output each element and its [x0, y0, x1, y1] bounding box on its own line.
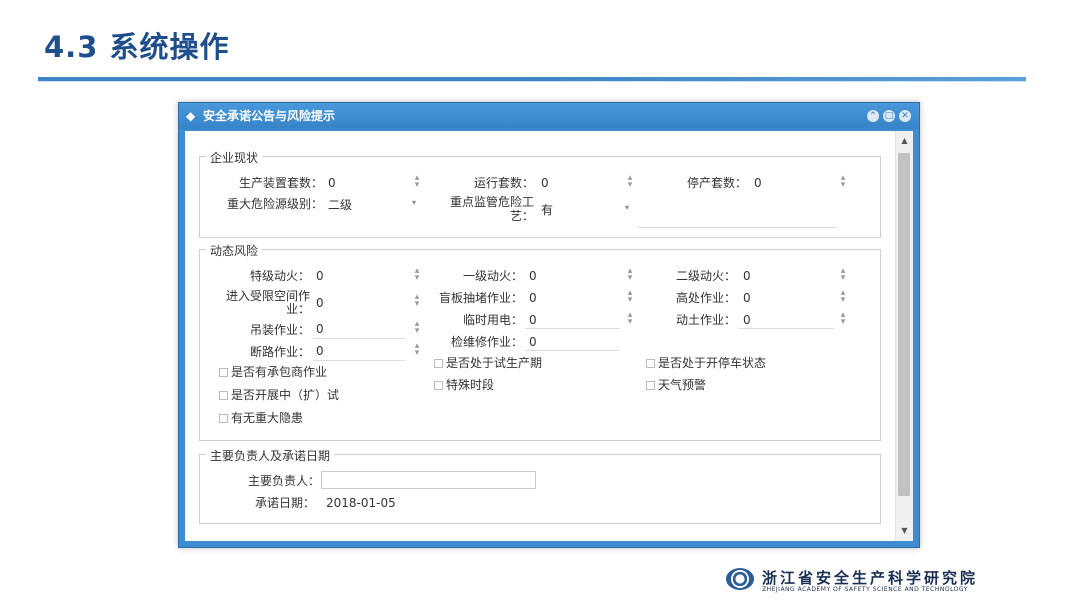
- number-input[interactable]: 0: [529, 269, 537, 283]
- scroll-up-icon[interactable]: ▲: [896, 133, 913, 149]
- field-label: 重点监管危险工: [449, 195, 534, 209]
- checkbox[interactable]: [219, 414, 228, 423]
- field-underline: [313, 360, 405, 361]
- tag-icon: ◆: [186, 109, 196, 123]
- field-label: 临时用电：: [462, 313, 523, 327]
- field-label: 生产装置套数：: [238, 176, 323, 190]
- org-name-cn: 浙江省安全生产科学研究院: [762, 569, 979, 587]
- field-label: 一级动火：: [462, 269, 523, 283]
- number-input[interactable]: 0: [316, 344, 324, 358]
- academy-emblem-icon: [726, 568, 754, 590]
- field-label: 盲板抽堵作业：: [438, 291, 523, 305]
- checkbox-label: 是否有承包商作业: [231, 365, 328, 379]
- spinner-icon[interactable]: ▴ ▾: [413, 174, 421, 190]
- field-underline: [637, 227, 837, 228]
- checkbox-label: 是否处于开停车状态: [658, 356, 767, 370]
- field-label: 停产套数：: [686, 176, 747, 190]
- field-label: 高处作业：: [675, 291, 736, 305]
- field-underline: [739, 328, 834, 329]
- org-name-en: ZHEJIANG ACADEMY OF SAFETY SCIENCE AND T…: [762, 586, 968, 593]
- checkbox-label: 天气预警: [658, 378, 707, 392]
- select-value[interactable]: 二级: [328, 198, 352, 212]
- field-underline: [313, 338, 405, 339]
- field-value[interactable]: 0: [328, 176, 336, 190]
- title-rule-faint: [38, 81, 1026, 82]
- owner-section: 主要负责人及承诺日期: [199, 447, 881, 524]
- checkbox[interactable]: [646, 381, 655, 390]
- checkbox-label: 是否开展中（扩）试: [231, 388, 340, 402]
- field-label: 动土作业：: [675, 313, 736, 327]
- field-label: 吊装作业：: [249, 323, 310, 337]
- checkbox[interactable]: [434, 359, 443, 368]
- owner-input[interactable]: [321, 471, 536, 489]
- field-value[interactable]: 0: [754, 176, 762, 190]
- field-label: 运行套数：: [473, 176, 534, 190]
- field-value[interactable]: 0: [541, 176, 549, 190]
- section-legend: 动态风险: [206, 242, 263, 259]
- checkbox[interactable]: [646, 359, 655, 368]
- dialog-title: 安全承诺公告与风险提示: [203, 109, 336, 123]
- checkbox-label: 特殊时段: [446, 378, 495, 392]
- collapse-icon[interactable]: ⌃: [867, 110, 879, 122]
- number-input[interactable]: 0: [529, 313, 537, 327]
- maximize-icon[interactable]: □: [883, 110, 895, 122]
- scroll-thumb[interactable]: [898, 153, 910, 496]
- commitment-dialog: ◆ 安全承诺公告与风险提示 ⌃ □ ✕ ▲ ▼ 企业现状 生产装置套数： 0 ▴…: [178, 102, 920, 548]
- spinner-icon[interactable]: ▴ ▾: [839, 311, 847, 327]
- spinner-icon[interactable]: ▴ ▾: [626, 267, 634, 283]
- spinner-icon[interactable]: ▴ ▾: [626, 311, 634, 327]
- spinner-icon[interactable]: ▴ ▾: [413, 293, 421, 309]
- date-label: 承诺日期：: [254, 496, 315, 510]
- spinner-icon[interactable]: ▴ ▾: [626, 174, 634, 190]
- spinner-icon[interactable]: ▴ ▾: [626, 289, 634, 305]
- field-label: 检维修作业：: [450, 335, 523, 349]
- checkbox-label: 是否处于试生产期: [446, 356, 543, 370]
- number-input[interactable]: 0: [316, 269, 324, 283]
- field-label: 进入受限空间作: [225, 289, 310, 303]
- section-legend: 主要负责人及承诺日期: [206, 447, 335, 464]
- spinner-icon[interactable]: ▴ ▾: [413, 342, 421, 358]
- field-underline: [525, 350, 620, 351]
- spinner-icon[interactable]: ▴ ▾: [839, 267, 847, 283]
- select-value[interactable]: 有: [541, 203, 553, 217]
- org-logo: 浙江省安全生产科学研究院 ZHEJIANG ACADEMY OF SAFETY …: [726, 567, 1016, 597]
- field-label: 特级动火：: [249, 269, 310, 283]
- checkbox-label: 有无重大隐患: [231, 411, 304, 425]
- number-input[interactable]: 0: [316, 322, 324, 336]
- field-label-wrap: 艺：: [509, 209, 534, 223]
- section-legend: 企业现状: [206, 149, 263, 166]
- field-label: 重大危险源级别：: [226, 197, 323, 211]
- chevron-down-icon[interactable]: ▾: [412, 198, 416, 207]
- spinner-icon[interactable]: ▴ ▾: [413, 267, 421, 283]
- checkbox[interactable]: [434, 381, 443, 390]
- dialog-body: ▲ ▼ 企业现状 生产装置套数： 0 ▴ ▾ 运行套数： 0 ▴ ▾ 停产套数： 0…: [185, 131, 913, 541]
- owner-label: 主要负责人：: [247, 474, 320, 488]
- number-input[interactable]: 0: [743, 269, 751, 283]
- spinner-icon[interactable]: ▴ ▾: [413, 320, 421, 336]
- number-input[interactable]: 0: [529, 335, 537, 349]
- chevron-down-icon[interactable]: ▾: [625, 203, 629, 212]
- number-input[interactable]: 0: [743, 313, 751, 327]
- spinner-icon[interactable]: ▴ ▾: [839, 289, 847, 305]
- field-underline: [525, 328, 620, 329]
- dialog-header[interactable]: ◆ 安全承诺公告与风险提示 ⌃ □ ✕: [179, 103, 919, 129]
- number-input[interactable]: 0: [316, 296, 324, 310]
- field-label: 二级动火：: [675, 269, 736, 283]
- spinner-icon[interactable]: ▴ ▾: [839, 174, 847, 190]
- scroll-down-icon[interactable]: ▼: [896, 523, 913, 539]
- date-value: 2018-01-05: [326, 496, 396, 510]
- number-input[interactable]: 0: [529, 291, 537, 305]
- checkbox[interactable]: [219, 368, 228, 377]
- field-label-wrap: 业：: [285, 302, 310, 316]
- field-label: 断路作业：: [249, 345, 310, 359]
- checkbox[interactable]: [219, 391, 228, 400]
- close-icon[interactable]: ✕: [899, 110, 911, 122]
- vertical-scrollbar[interactable]: ▲ ▼: [895, 131, 913, 541]
- slide-title: 4.3 系统操作: [44, 30, 230, 64]
- number-input[interactable]: 0: [743, 291, 751, 305]
